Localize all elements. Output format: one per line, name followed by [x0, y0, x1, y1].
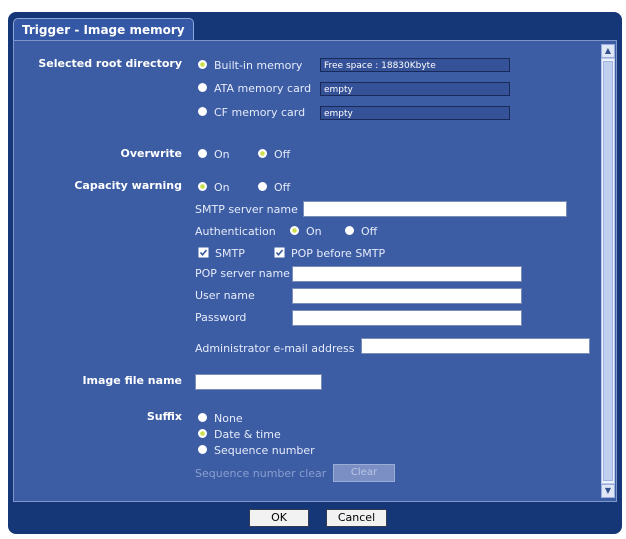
radio-unselected-icon[interactable] [344, 225, 355, 236]
root-option-label: ATA memory card [214, 82, 312, 95]
free-space-display: Free space : 18830Kbyte [320, 58, 510, 72]
option-label: Date & time [214, 428, 281, 441]
checkbox-checked-icon[interactable] [198, 247, 209, 258]
pop-server-input[interactable] [292, 266, 522, 282]
user-name-input[interactable] [292, 288, 522, 304]
authentication-label: Authentication [195, 225, 276, 238]
auth-on-option[interactable]: On [289, 225, 322, 238]
option-label: Off [361, 225, 378, 238]
suffix-none-option[interactable]: None [197, 412, 243, 425]
scroll-down-icon[interactable]: ▼ [601, 484, 615, 498]
scroll-up-icon[interactable]: ▲ [601, 44, 615, 58]
capacity-on-option[interactable]: On [197, 181, 230, 194]
checkbox-label: SMTP [215, 247, 245, 260]
password-input[interactable] [292, 310, 522, 326]
radio-unselected-icon[interactable] [257, 181, 268, 192]
option-label: Sequence number [214, 444, 315, 457]
root-option-builtin[interactable]: Built-in memory [197, 59, 302, 72]
radio-selected-icon[interactable] [197, 59, 208, 70]
scroll-track[interactable] [601, 58, 615, 484]
root-option-cf[interactable]: CF memory card [197, 106, 305, 119]
overwrite-label: Overwrite [120, 147, 182, 160]
radio-selected-icon[interactable] [197, 428, 208, 439]
scroll-thumb[interactable] [603, 61, 613, 481]
cf-status-display: empty [320, 106, 510, 120]
radio-selected-icon[interactable] [197, 181, 208, 192]
ata-status-display: empty [320, 82, 510, 96]
suffix-sequence-option[interactable]: Sequence number [197, 444, 315, 457]
pop-before-smtp-checkbox[interactable]: POP before SMTP [274, 247, 385, 260]
image-file-name-label: Image file name [82, 374, 182, 387]
radio-unselected-icon[interactable] [197, 106, 208, 117]
radio-unselected-icon[interactable] [197, 82, 208, 93]
smtp-server-input[interactable] [303, 201, 567, 217]
root-option-label: Built-in memory [214, 59, 303, 72]
radio-unselected-icon[interactable] [197, 412, 208, 423]
root-option-ata[interactable]: ATA memory card [197, 82, 311, 95]
option-label: On [306, 225, 322, 238]
radio-unselected-icon[interactable] [197, 444, 208, 455]
admin-email-input[interactable] [361, 338, 590, 354]
tab-trigger-image-memory[interactable]: Trigger - Image memory [13, 18, 194, 40]
root-directory-label: Selected root directory [38, 57, 182, 70]
checkbox-checked-icon[interactable] [274, 247, 285, 258]
ok-button[interactable]: OK [249, 509, 309, 527]
overwrite-on-option[interactable]: On [197, 148, 230, 161]
radio-unselected-icon[interactable] [197, 148, 208, 159]
suffix-label: Suffix [146, 410, 182, 423]
option-label: Off [274, 181, 291, 194]
radio-selected-icon[interactable] [257, 148, 268, 159]
capacity-warning-label: Capacity warning [74, 179, 182, 192]
option-label: On [214, 181, 230, 194]
sequence-clear-label: Sequence number clear [195, 467, 327, 480]
radio-selected-icon[interactable] [289, 225, 300, 236]
cancel-button[interactable]: Cancel [326, 509, 387, 527]
smtp-checkbox[interactable]: SMTP [198, 247, 245, 260]
smtp-server-label: SMTP server name [195, 203, 298, 216]
auth-off-option[interactable]: Off [344, 225, 377, 238]
checkbox-label: POP before SMTP [291, 247, 386, 260]
option-label: On [214, 148, 230, 161]
image-file-name-input[interactable] [195, 374, 322, 390]
settings-panel: Selected root directory Built-in memory … [13, 40, 617, 502]
option-label: Off [274, 148, 291, 161]
suffix-date-time-option[interactable]: Date & time [197, 428, 281, 441]
option-label: None [214, 412, 243, 425]
vertical-scrollbar[interactable]: ▲ ▼ [601, 44, 615, 498]
clear-button: Clear [333, 464, 395, 482]
root-option-label: CF memory card [214, 106, 306, 119]
password-label: Password [195, 311, 247, 324]
pop-server-label: POP server name [195, 267, 290, 280]
overwrite-off-option[interactable]: Off [257, 148, 290, 161]
user-name-label: User name [195, 289, 255, 302]
capacity-off-option[interactable]: Off [257, 181, 290, 194]
admin-email-label: Administrator e-mail address [195, 342, 355, 355]
